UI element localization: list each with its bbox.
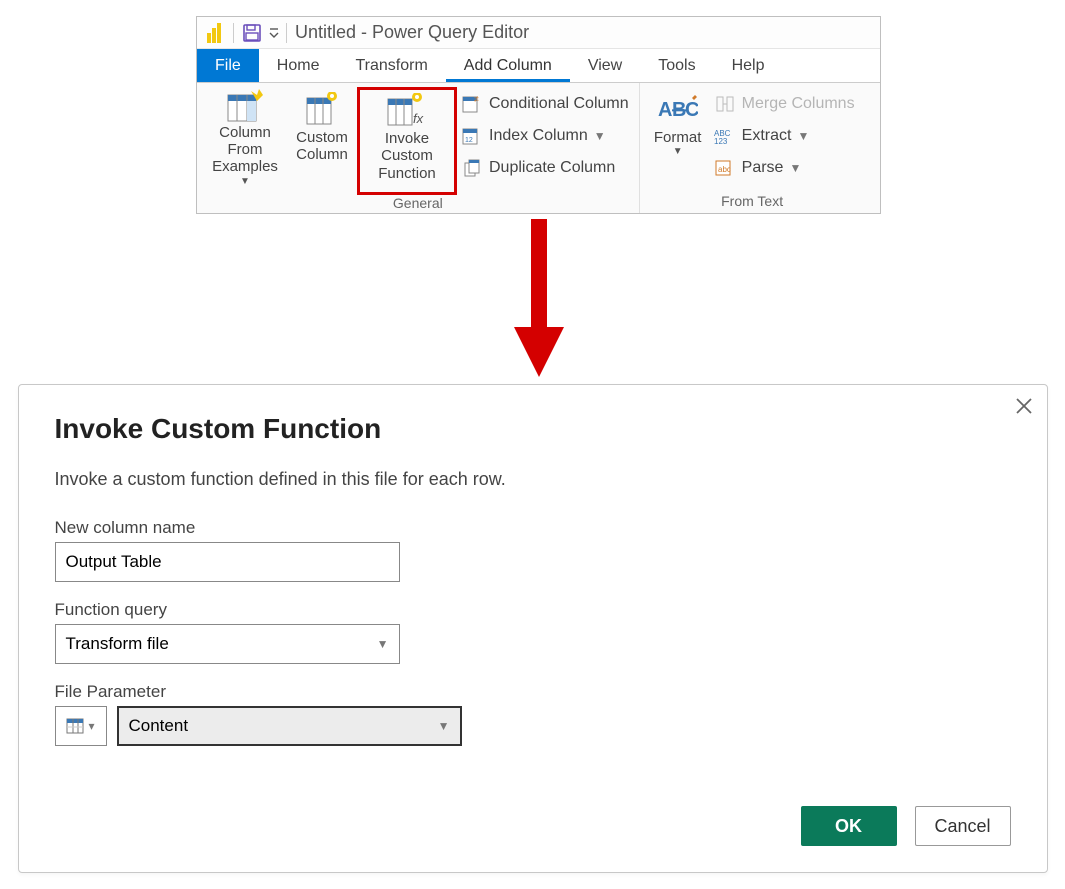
ribbon-tabs: File Home Transform Add Column View Tool… <box>197 49 880 83</box>
group-label-general: General <box>393 195 443 213</box>
tab-file[interactable]: File <box>197 49 259 82</box>
svg-text:A: A <box>658 99 672 121</box>
file-parameter-value: Content <box>129 716 189 736</box>
conditional-column-button[interactable]: ≠ Conditional Column <box>461 91 629 117</box>
format-button[interactable]: A B C Format ▼ <box>646 87 710 187</box>
column-from-examples-label: Column From Examples <box>203 124 287 176</box>
dropdown-caret-icon: ▼ <box>673 146 683 158</box>
svg-text:fx: fx <box>413 111 424 126</box>
duplicate-column-label: Duplicate Column <box>489 159 615 177</box>
new-column-name-label: New column name <box>55 518 1011 538</box>
tab-transform[interactable]: Transform <box>337 49 445 82</box>
annotation-arrow <box>196 214 881 384</box>
extract-label: Extract <box>742 127 792 145</box>
dialog-title: Invoke Custom Function <box>55 413 1011 445</box>
merge-columns-icon <box>714 93 736 115</box>
titlebar-separator-2 <box>286 23 287 43</box>
ok-button[interactable]: OK <box>801 806 897 846</box>
format-icon: A B C <box>658 89 698 129</box>
index-column-button[interactable]: 12 Index Column ▼ <box>461 123 629 149</box>
merge-columns-button[interactable]: Merge Columns <box>714 91 855 117</box>
function-query-dropdown[interactable]: Transform file ▼ <box>55 624 400 664</box>
invoke-custom-function-button[interactable]: fx Invoke Custom Function <box>357 87 457 195</box>
invoke-custom-function-icon: fx <box>387 90 427 130</box>
dialog-description: Invoke a custom function defined in this… <box>55 469 1011 490</box>
tab-add-column[interactable]: Add Column <box>446 49 570 82</box>
parameter-type-picker[interactable]: ▾ <box>55 706 107 746</box>
custom-column-label: Custom Column <box>287 129 357 164</box>
custom-column-icon <box>306 89 338 129</box>
svg-text:≠: ≠ <box>474 94 479 104</box>
column-from-examples-button[interactable]: Column From Examples ▼ <box>203 87 287 187</box>
ribbon-group-from-text: A B C Format ▼ Merge Columns <box>640 83 865 213</box>
function-query-label: Function query <box>55 600 1011 620</box>
save-button[interactable] <box>238 19 266 47</box>
ribbon-body: Column From Examples ▼ Custom Column <box>197 83 880 213</box>
custom-column-button[interactable]: Custom Column <box>287 87 357 187</box>
merge-columns-label: Merge Columns <box>742 95 855 113</box>
conditional-column-label: Conditional Column <box>489 95 629 113</box>
svg-text:123: 123 <box>714 137 728 145</box>
dropdown-caret-icon: ▼ <box>797 129 809 143</box>
parse-icon: abc <box>714 157 736 179</box>
dropdown-caret-icon: ▼ <box>594 129 606 143</box>
parse-button[interactable]: abc Parse ▼ <box>714 155 855 181</box>
from-text-small-buttons: Merge Columns ABC123 Extract ▼ abc Parse <box>710 87 859 185</box>
extract-icon: ABC123 <box>714 125 736 147</box>
column-from-examples-icon <box>227 89 263 124</box>
new-column-name-input[interactable] <box>55 542 400 582</box>
power-query-editor-window: Untitled - Power Query Editor File Home … <box>196 16 881 214</box>
powerbi-app-icon <box>201 19 229 47</box>
titlebar-separator <box>233 23 234 43</box>
format-label: Format <box>654 129 702 146</box>
file-parameter-dropdown[interactable]: Content ▼ <box>117 706 462 746</box>
svg-text:abc: abc <box>718 165 731 174</box>
qat-dropdown[interactable] <box>266 19 282 47</box>
dropdown-caret-icon: ▼ <box>789 161 801 175</box>
chevron-down-icon: ▼ <box>438 719 450 733</box>
file-parameter-label: File Parameter <box>55 682 1011 702</box>
duplicate-column-button[interactable]: Duplicate Column <box>461 155 629 181</box>
ribbon-group-general: Column From Examples ▼ Custom Column <box>197 83 640 213</box>
tab-tools[interactable]: Tools <box>640 49 713 82</box>
svg-text:12: 12 <box>465 137 473 144</box>
invoke-custom-function-dialog: Invoke Custom Function Invoke a custom f… <box>18 384 1048 873</box>
general-small-buttons: ≠ Conditional Column 12 Index Column ▼ <box>457 87 633 185</box>
titlebar: Untitled - Power Query Editor <box>197 17 880 49</box>
parse-label: Parse <box>742 159 784 177</box>
tab-view[interactable]: View <box>570 49 640 82</box>
index-column-label: Index Column <box>489 127 588 145</box>
table-icon <box>66 718 84 734</box>
close-button[interactable] <box>1015 397 1033 419</box>
chevron-down-icon: ▼ <box>377 637 389 651</box>
group-label-from-text: From Text <box>721 193 783 211</box>
cancel-button[interactable]: Cancel <box>915 806 1011 846</box>
svg-text:C: C <box>685 99 698 121</box>
duplicate-column-icon <box>461 157 483 179</box>
close-icon <box>1015 397 1033 415</box>
dropdown-caret-icon: ▼ <box>240 176 250 188</box>
invoke-custom-function-label: Invoke Custom Function <box>360 130 454 182</box>
chevron-down-icon: ▾ <box>88 719 94 733</box>
function-query-value: Transform file <box>66 634 169 654</box>
conditional-column-icon: ≠ <box>461 93 483 115</box>
window-title: Untitled - Power Query Editor <box>291 22 529 43</box>
tab-home[interactable]: Home <box>259 49 338 82</box>
extract-button[interactable]: ABC123 Extract ▼ <box>714 123 855 149</box>
tab-help[interactable]: Help <box>714 49 783 82</box>
dialog-button-row: OK Cancel <box>55 806 1011 846</box>
index-column-icon: 12 <box>461 125 483 147</box>
